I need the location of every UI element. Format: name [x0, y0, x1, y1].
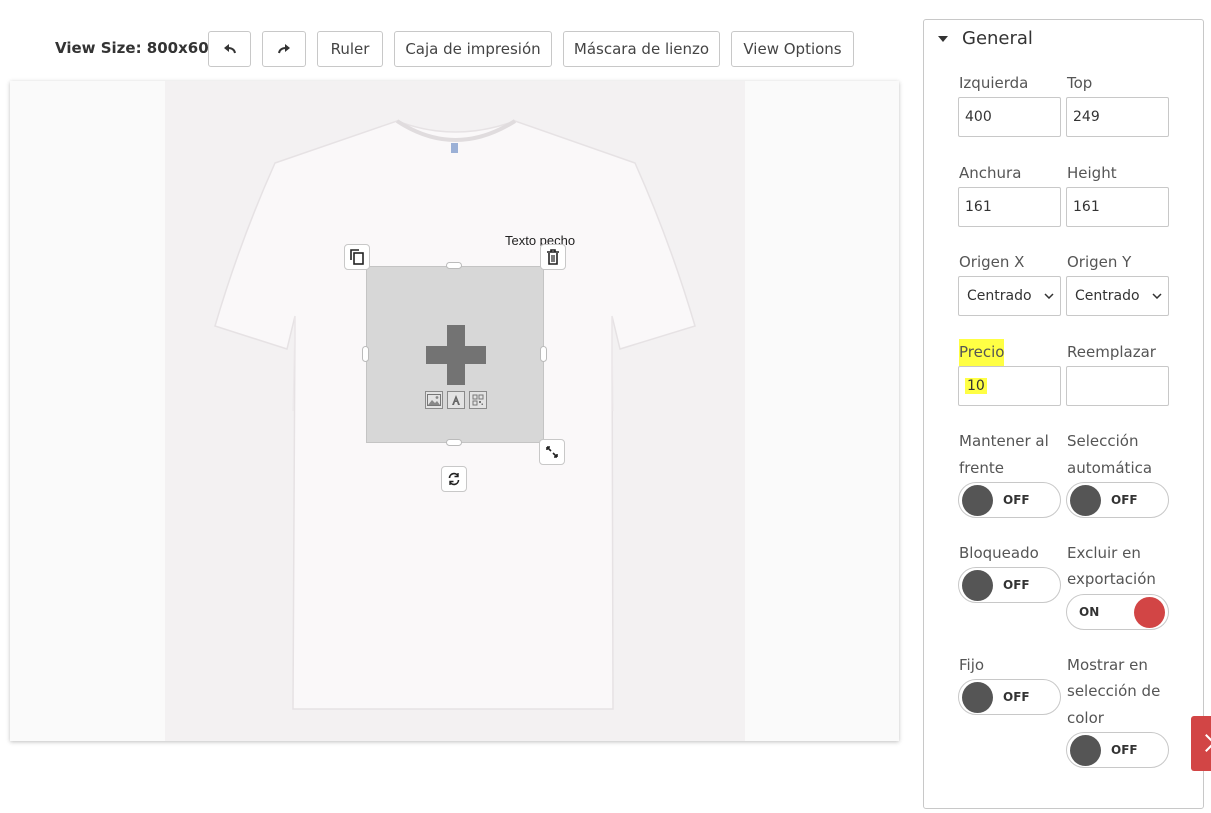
keep-front-label-1: Mantener al	[959, 432, 1049, 450]
toggle-knob	[1070, 485, 1101, 516]
scale-button[interactable]	[539, 439, 565, 465]
view-size-label: View Size: 800x600	[55, 39, 220, 57]
height-label: Height	[1067, 164, 1117, 182]
origin-x-select[interactable]: Centrado	[958, 276, 1061, 316]
image-icon[interactable]	[425, 391, 443, 409]
auto-select-label-1: Selección	[1067, 432, 1139, 450]
rotate-button[interactable]	[441, 466, 467, 492]
width-label: Anchura	[959, 164, 1022, 182]
auto-select-label-2: automática	[1067, 459, 1153, 477]
origin-y-value: Centrado	[1075, 288, 1140, 304]
origin-x-value: Centrado	[967, 288, 1032, 304]
image-placeholder[interactable]	[366, 266, 544, 443]
redo-button[interactable]	[262, 31, 306, 67]
width-input[interactable]: 161	[958, 187, 1061, 227]
toggle-knob	[1134, 597, 1165, 628]
plus-icon	[426, 346, 486, 364]
toggle-knob	[1070, 735, 1101, 766]
toggle-state: OFF	[1003, 493, 1030, 507]
locked-label: Bloqueado	[959, 544, 1039, 562]
keep-front-label-2: frente	[959, 459, 1004, 477]
general-section-header[interactable]: General	[938, 28, 1033, 49]
toggle-knob	[962, 485, 993, 516]
origin-y-label: Origen Y	[1067, 253, 1132, 271]
toggle-knob	[962, 570, 993, 601]
origin-x-label: Origen X	[959, 253, 1025, 271]
properties-panel: General Izquierda Top 400 249 Anchura He…	[923, 19, 1204, 809]
toggle-state: OFF	[1003, 578, 1030, 592]
top-label: Top	[1067, 74, 1093, 92]
close-icon-stroke	[1205, 742, 1211, 752]
ruler-button[interactable]: Ruler	[317, 31, 383, 67]
qr-icon[interactable]	[469, 391, 487, 409]
close-icon	[1205, 734, 1211, 744]
trash-icon	[547, 249, 559, 265]
toggle-state: ON	[1079, 605, 1100, 619]
keep-front-toggle[interactable]: OFF	[958, 482, 1061, 518]
toggle-state: OFF	[1111, 493, 1138, 507]
undo-button[interactable]	[208, 31, 251, 67]
undo-arrow-icon	[223, 44, 236, 54]
price-input[interactable]: 10	[958, 366, 1061, 406]
design-canvas[interactable]: Texto pecho	[10, 81, 899, 741]
view-options-button[interactable]: View Options	[731, 31, 854, 67]
left-input[interactable]: 400	[958, 97, 1061, 137]
exclude-label-1: Excluir en	[1067, 544, 1141, 562]
print-box-button[interactable]: Caja de impresión	[394, 31, 552, 67]
duplicate-button[interactable]	[344, 244, 370, 270]
resize-handle-top[interactable]	[446, 262, 462, 269]
fixed-label: Fijo	[959, 656, 985, 674]
expand-arrows-icon	[546, 446, 558, 458]
resize-handle-left[interactable]	[362, 346, 369, 362]
canvas-mask-button[interactable]: Máscara de lienzo	[563, 31, 720, 67]
left-label: Izquierda	[959, 74, 1029, 92]
exclude-export-toggle[interactable]: ON	[1066, 594, 1169, 630]
price-value: 10	[965, 378, 987, 394]
origin-y-select[interactable]: Centrado	[1066, 276, 1169, 316]
show-color-toggle[interactable]: OFF	[1066, 732, 1169, 768]
show-color-label-1: Mostrar en	[1067, 656, 1148, 674]
side-drawer-tab[interactable]	[1191, 716, 1211, 771]
toggle-knob	[962, 682, 993, 713]
rotate-icon	[448, 472, 460, 486]
resize-handle-bottom[interactable]	[446, 439, 462, 446]
text-icon[interactable]	[447, 391, 465, 409]
caret-down-icon	[938, 35, 948, 42]
replace-input[interactable]	[1066, 366, 1169, 406]
exclude-label-2: exportación	[1067, 570, 1156, 588]
auto-select-toggle[interactable]: OFF	[1066, 482, 1169, 518]
price-label: Precio	[959, 339, 1005, 366]
toggle-state: OFF	[1003, 690, 1030, 704]
top-input[interactable]: 249	[1066, 97, 1169, 137]
delete-button[interactable]	[540, 244, 566, 270]
chevron-down-icon	[1044, 293, 1054, 299]
replace-label: Reemplazar	[1067, 343, 1156, 361]
toggle-state: OFF	[1111, 743, 1138, 757]
locked-toggle[interactable]: OFF	[958, 567, 1061, 603]
redo-arrow-icon	[278, 44, 290, 54]
resize-handle-right[interactable]	[540, 346, 547, 362]
copy-icon	[350, 249, 364, 265]
show-color-label-2: selección de	[1067, 682, 1161, 700]
section-title: General	[962, 28, 1033, 49]
chevron-down-icon	[1152, 293, 1162, 299]
height-input[interactable]: 161	[1066, 187, 1169, 227]
fixed-toggle[interactable]: OFF	[958, 679, 1061, 715]
show-color-label-3: color	[1067, 709, 1104, 727]
